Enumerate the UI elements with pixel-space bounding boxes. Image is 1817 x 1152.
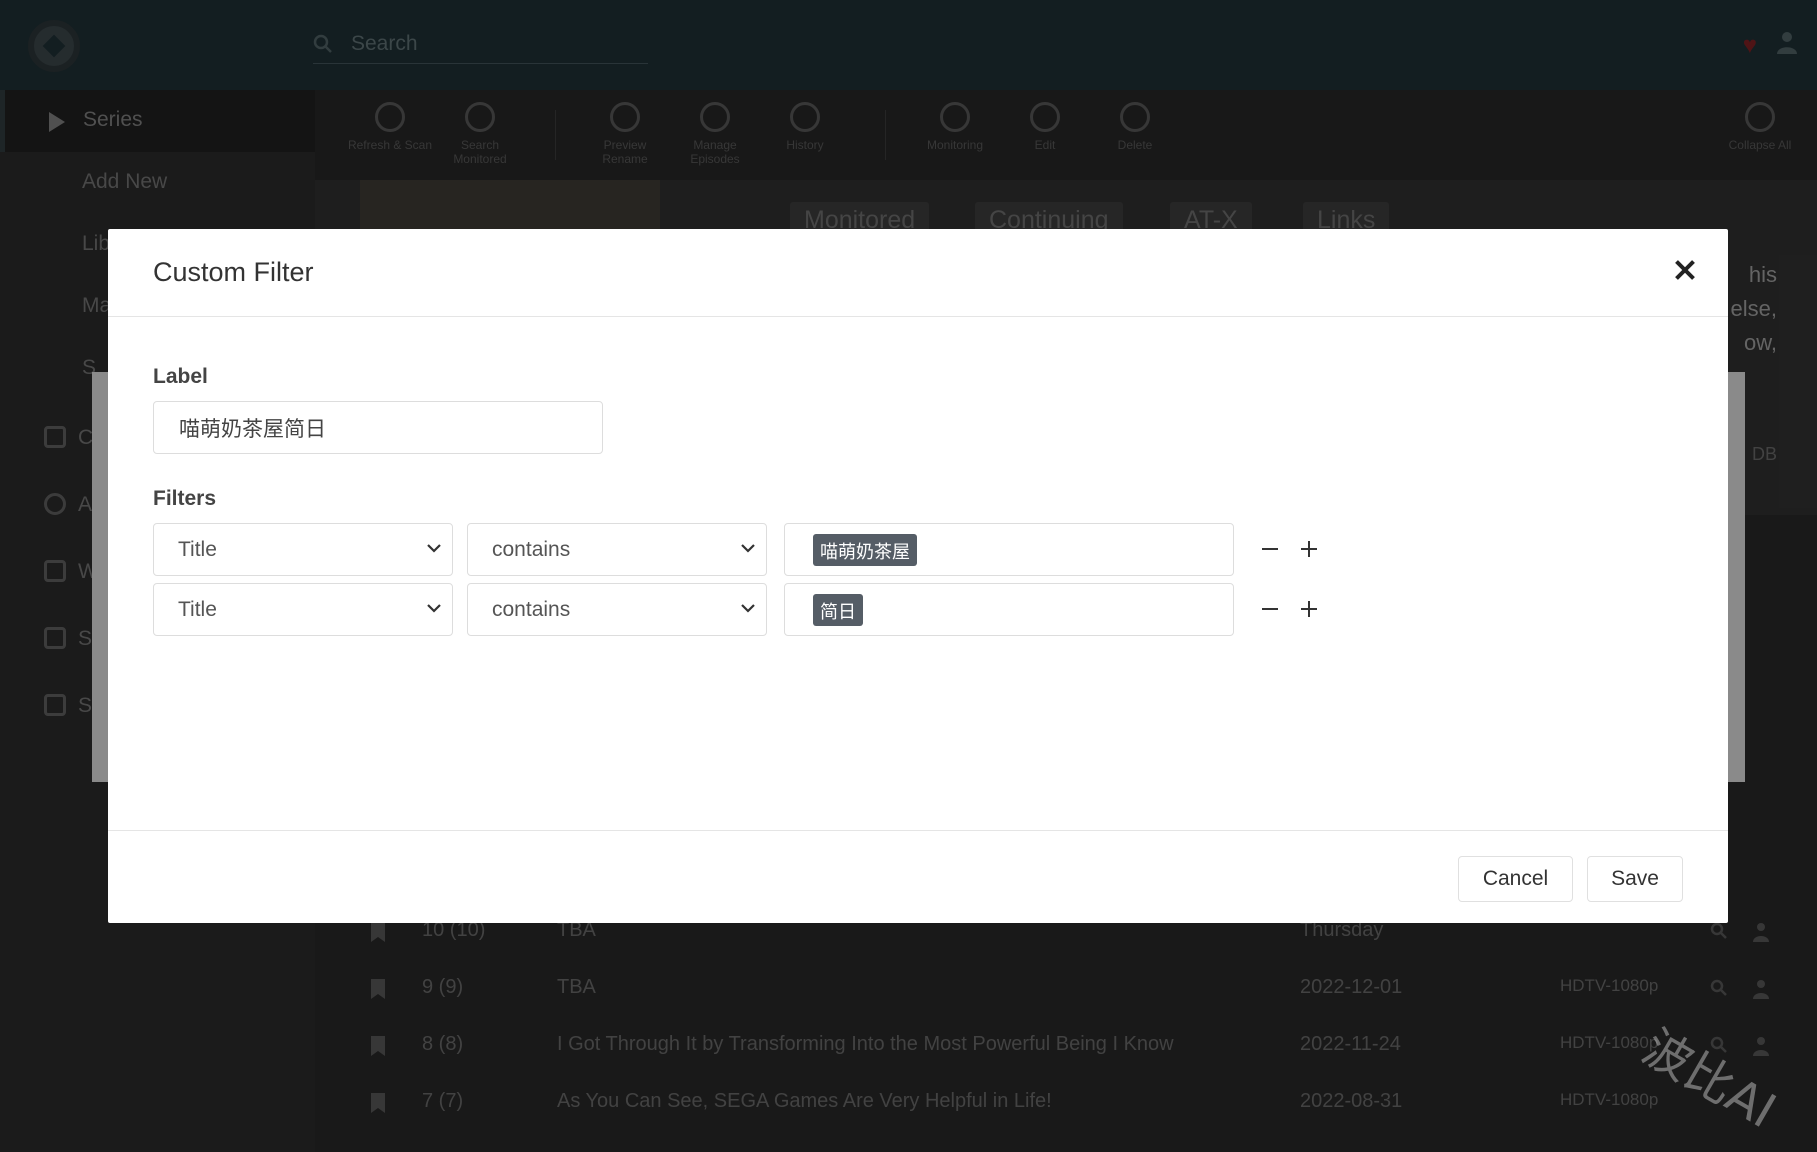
select-value: contains (492, 598, 571, 621)
remove-filter-button[interactable] (1257, 536, 1283, 562)
select-value: Title (178, 538, 217, 561)
select-value: contains (492, 538, 571, 561)
add-filter-button[interactable] (1296, 596, 1322, 622)
custom-filter-modal: Custom Filter Label Filters Title contai… (108, 229, 1728, 923)
chevron-down-icon (427, 544, 441, 553)
add-filter-button[interactable] (1296, 536, 1322, 562)
label-input[interactable] (153, 401, 603, 454)
filter-row: Title contains 喵萌奶茶屋 (153, 523, 1333, 576)
save-button[interactable]: Save (1587, 856, 1683, 902)
select-value: Title (178, 598, 217, 621)
filter-field-select[interactable]: Title (153, 583, 453, 636)
modal-footer: Cancel Save (108, 830, 1728, 923)
label-heading: Label (153, 365, 208, 388)
remove-filter-button[interactable] (1257, 596, 1283, 622)
value-tag[interactable]: 简日 (813, 594, 863, 626)
value-tag[interactable]: 喵萌奶茶屋 (813, 534, 917, 566)
filter-value-input[interactable]: 简日 (784, 583, 1234, 636)
close-icon[interactable] (1670, 255, 1700, 285)
chevron-down-icon (741, 544, 755, 553)
filter-row: Title contains 简日 (153, 583, 1333, 636)
cancel-button[interactable]: Cancel (1458, 856, 1573, 902)
filter-value-input[interactable]: 喵萌奶茶屋 (784, 523, 1234, 576)
filters-heading: Filters (153, 487, 217, 510)
modal-title: Custom Filter (153, 257, 314, 287)
chevron-down-icon (741, 604, 755, 613)
modal-header: Custom Filter (108, 229, 1728, 317)
filter-operator-select[interactable]: contains (467, 583, 767, 636)
chevron-down-icon (427, 604, 441, 613)
filter-field-select[interactable]: Title (153, 523, 453, 576)
filter-operator-select[interactable]: contains (467, 523, 767, 576)
